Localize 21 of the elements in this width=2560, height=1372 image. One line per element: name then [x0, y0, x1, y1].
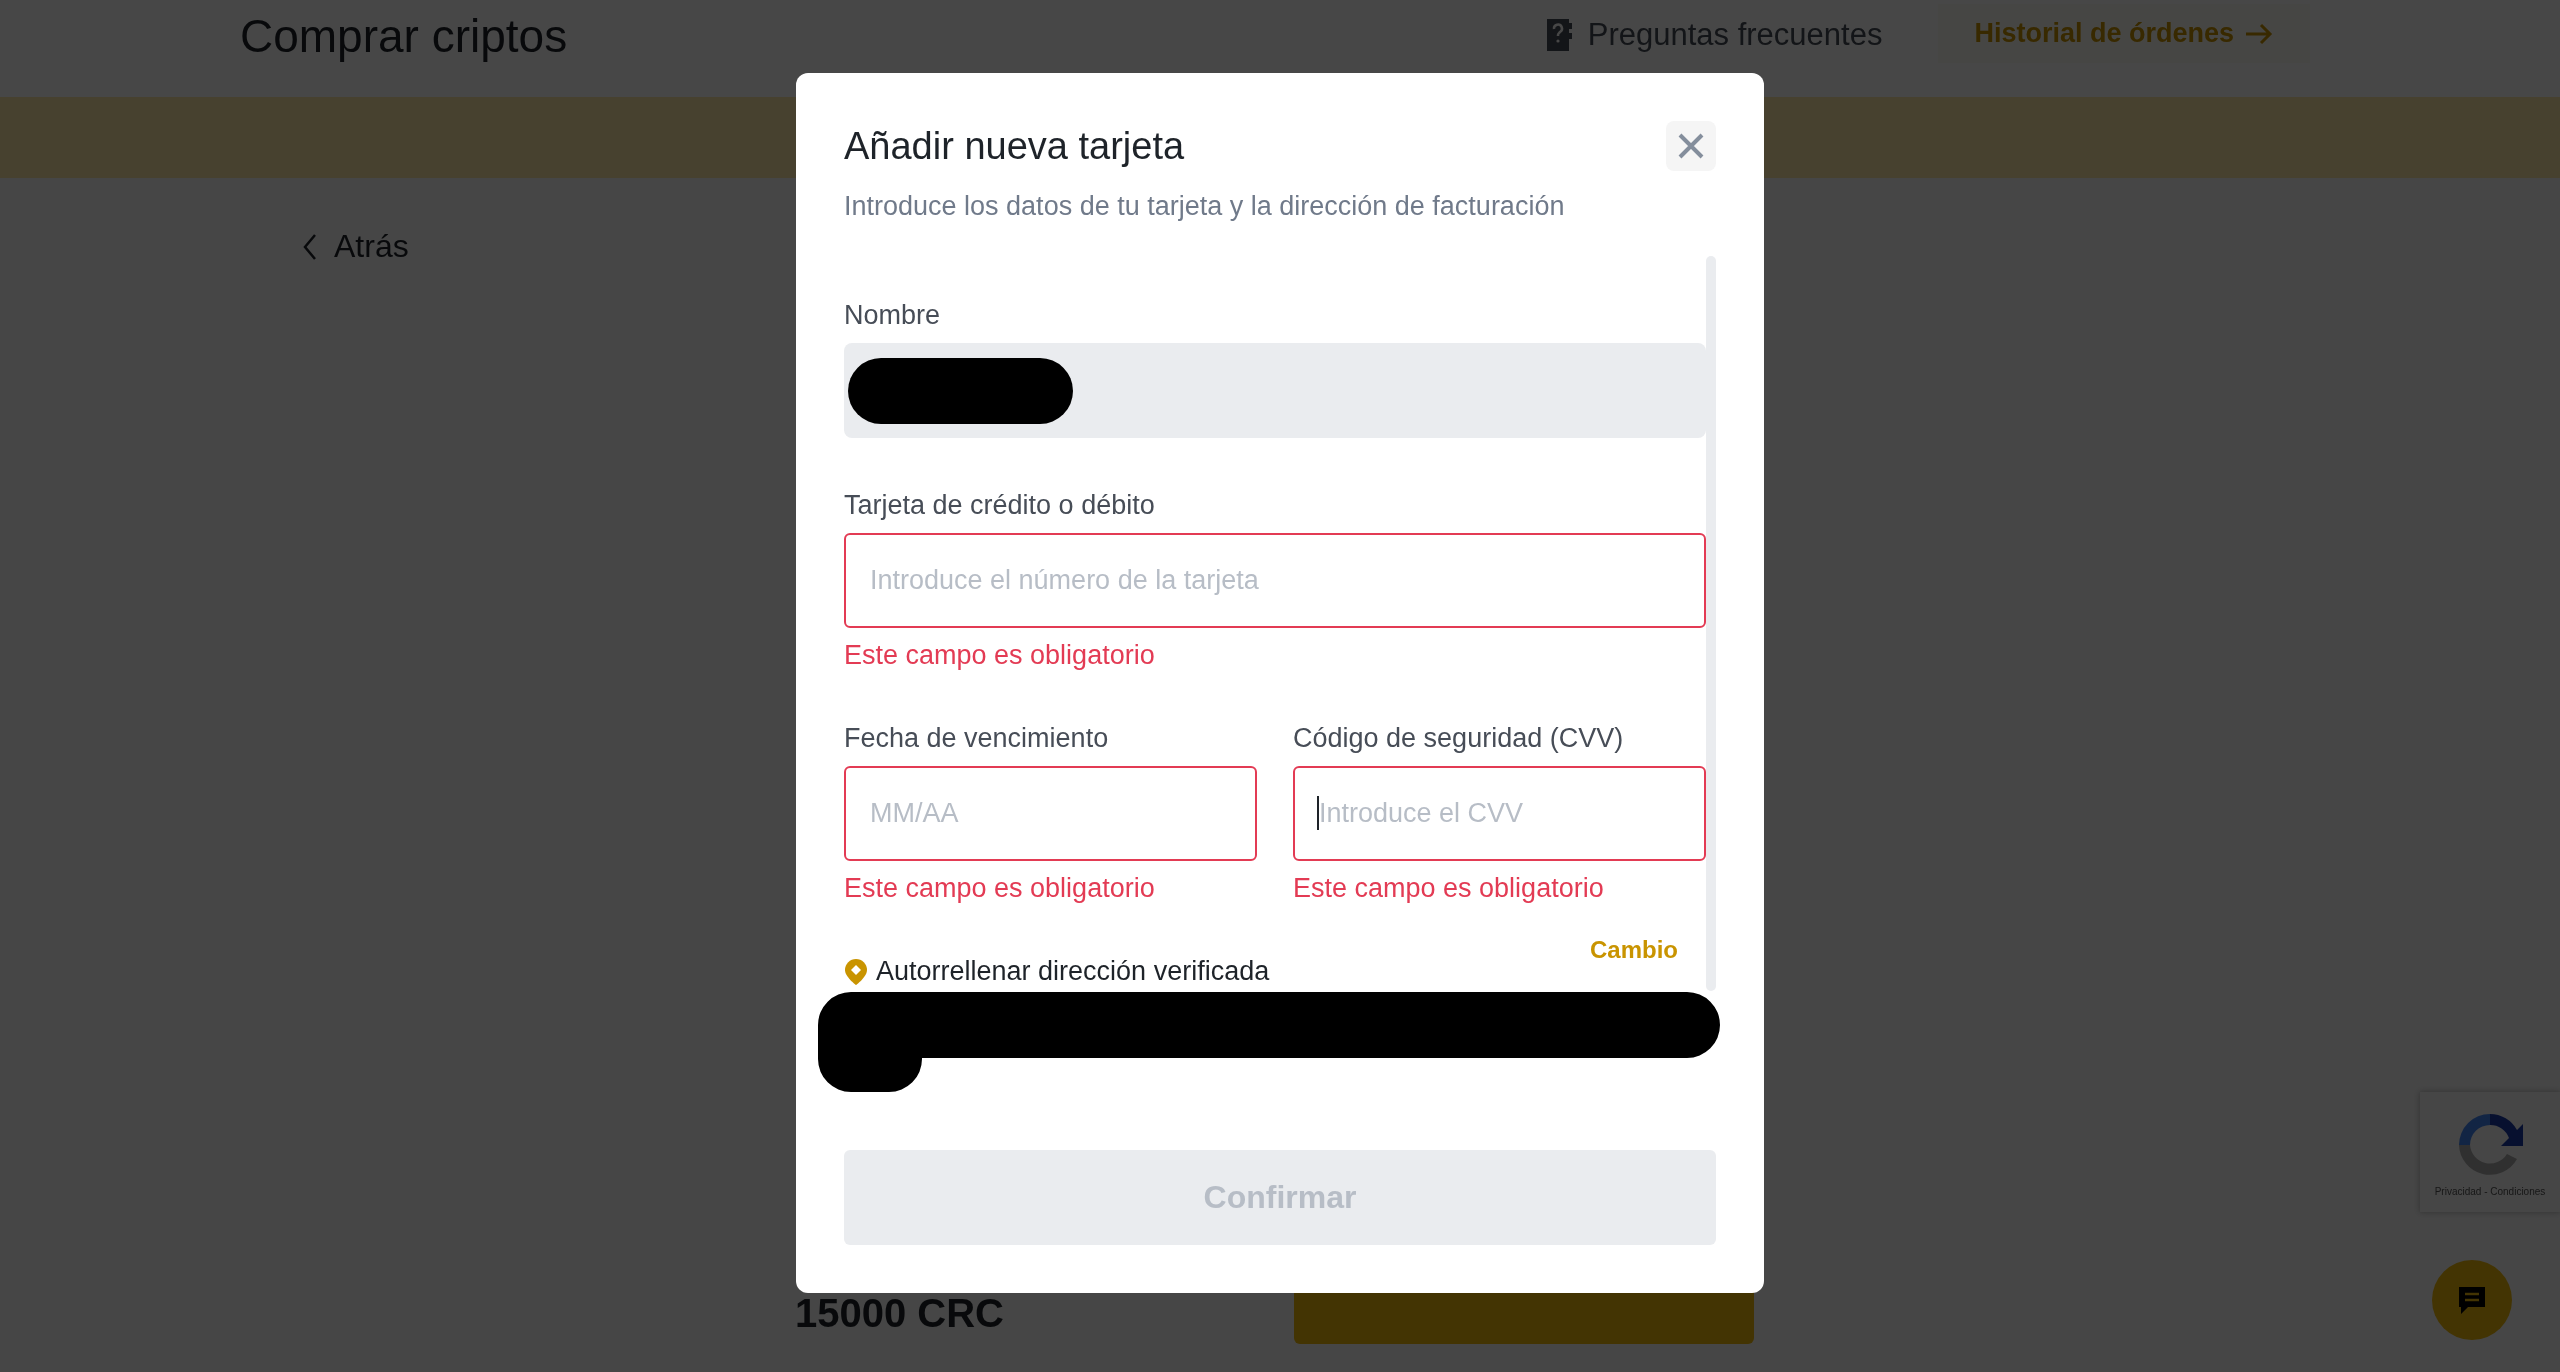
error-message: Este campo es obligatorio — [844, 640, 1156, 671]
input-field[interactable]: MM/AA — [844, 766, 1257, 861]
dialog-subtitle: Introduce los datos de tu tarjeta y la dirección de facturación — [844, 191, 1566, 222]
page-title: Comprar criptos — [240, 8, 569, 63]
field-label: Nombre — [844, 300, 942, 331]
autofill-address-label: Autorrellenar dirección verificada — [876, 956, 1270, 987]
name-field[interactable] — [844, 343, 1706, 438]
error-message: Este campo es obligatorio — [844, 873, 1156, 904]
dialog-title: Añadir nueva tarjeta — [844, 124, 1185, 168]
field-label: Tarjeta de crédito o débito — [844, 490, 1156, 521]
amount-text: 15000 CRC — [795, 1290, 1004, 1336]
scrollbar[interactable] — [1706, 256, 1716, 991]
field-label: Fecha de vencimiento — [844, 723, 1110, 754]
close-icon — [1677, 132, 1705, 160]
field-label: Código de seguridad (CVV) — [1293, 723, 1625, 754]
input-field[interactable]: Introduce el número de la tarjeta — [844, 533, 1706, 628]
location-pin-icon — [844, 957, 868, 986]
change-link[interactable]: Cambio — [1590, 936, 1678, 964]
close-button[interactable] — [1666, 121, 1716, 171]
error-message: Este campo es obligatorio — [1293, 873, 1605, 904]
input-field[interactable]: Introduce el CVV — [1293, 766, 1706, 861]
